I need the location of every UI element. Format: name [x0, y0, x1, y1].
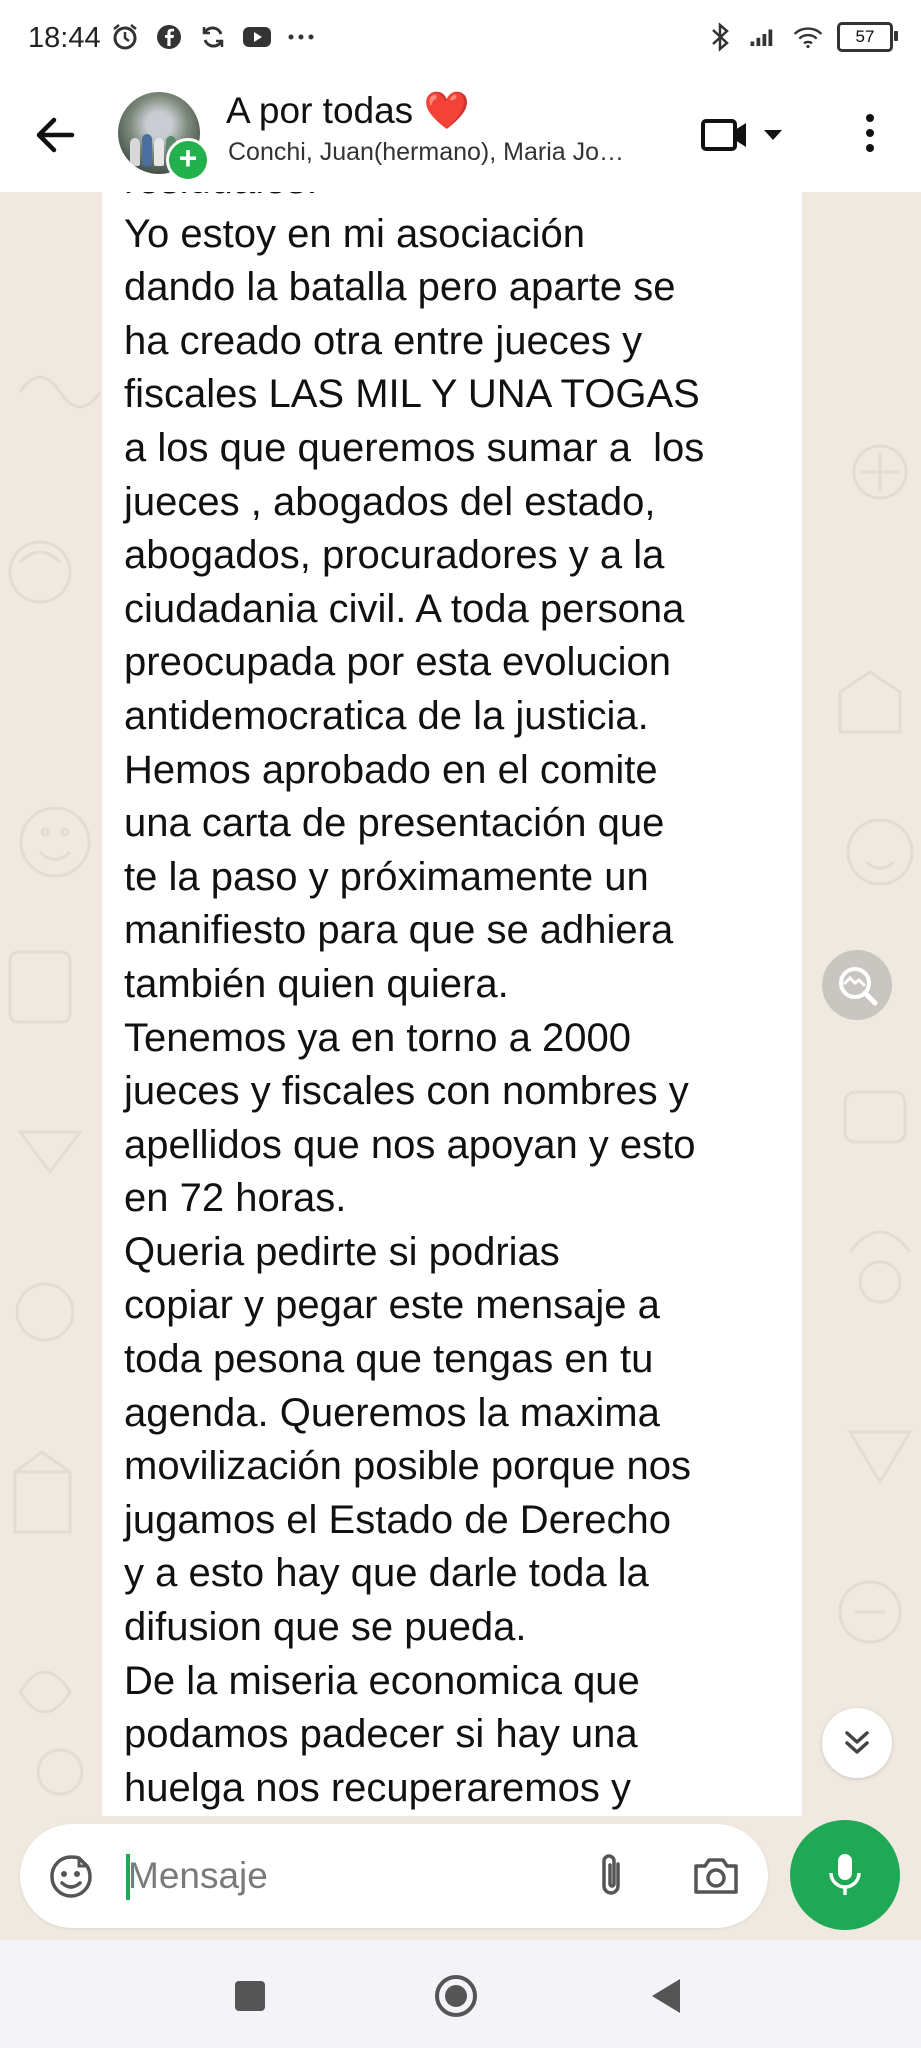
chat-title[interactable]: A por todas ❤️	[226, 90, 470, 133]
camera-button[interactable]	[692, 1854, 740, 1898]
caret-down-icon	[764, 130, 782, 140]
home-circle-icon	[435, 1975, 477, 2017]
sticker-icon	[50, 1855, 92, 1898]
image-search-icon	[839, 967, 878, 1006]
chat-area[interactable]: residuales. Yo estoy en mi asociación da…	[0, 192, 921, 1840]
square-icon	[235, 1981, 265, 2011]
status-bar: 18:44 57	[0, 0, 921, 82]
home-button[interactable]	[434, 1974, 478, 2018]
microphone-icon	[829, 1854, 861, 1895]
sticker-button[interactable]	[48, 1854, 94, 1900]
bluetooth-icon	[705, 22, 735, 52]
voice-message-button[interactable]	[790, 1820, 900, 1930]
message-text[interactable]: residuales. Yo estoy en mi asociación da…	[124, 192, 814, 1815]
wifi-icon	[793, 22, 823, 52]
signal-icon	[749, 22, 779, 52]
system-navigation-bar	[0, 1940, 921, 2048]
youtube-icon	[242, 22, 272, 52]
alarm-icon	[110, 22, 140, 52]
more-options-button[interactable]	[858, 108, 882, 158]
more-notifications-icon	[286, 22, 316, 52]
scroll-to-bottom-button[interactable]	[822, 1708, 892, 1778]
message-input[interactable]	[124, 1846, 588, 1906]
attach-button[interactable]	[588, 1852, 634, 1900]
status-time: 18:44	[28, 22, 101, 54]
participants-list[interactable]: Conchi, Juan(hermano), Maria Jo…	[228, 138, 668, 167]
triangle-back-icon	[652, 1979, 680, 2013]
double-chevron-down-icon	[845, 1731, 869, 1754]
battery-icon: 57	[837, 22, 898, 52]
video-call-icon	[701, 119, 746, 151]
add-participant-icon: +	[166, 138, 210, 182]
heart-emoji: ❤️	[423, 90, 470, 131]
back-button[interactable]	[30, 110, 80, 160]
media-search-button[interactable]	[822, 950, 892, 1020]
back-nav-button[interactable]	[644, 1974, 688, 2018]
notification-icons	[110, 22, 316, 52]
system-icons: 57	[705, 22, 898, 52]
video-call-button[interactable]	[700, 110, 800, 160]
recent-apps-button[interactable]	[228, 1974, 272, 2018]
group-name: A por todas	[226, 90, 414, 131]
facebook-icon	[154, 22, 184, 52]
camera-icon	[694, 1858, 738, 1894]
more-vertical-icon	[866, 114, 874, 152]
message-bubble[interactable]: residuales. Yo estoy en mi asociación da…	[102, 192, 802, 1816]
paperclip-icon	[602, 1854, 620, 1895]
sync-icon	[198, 22, 228, 52]
arrow-left-icon	[36, 117, 75, 153]
chat-header: + A por todas ❤️ Conchi, Juan(hermano), …	[0, 82, 921, 192]
message-composer	[20, 1824, 768, 1928]
